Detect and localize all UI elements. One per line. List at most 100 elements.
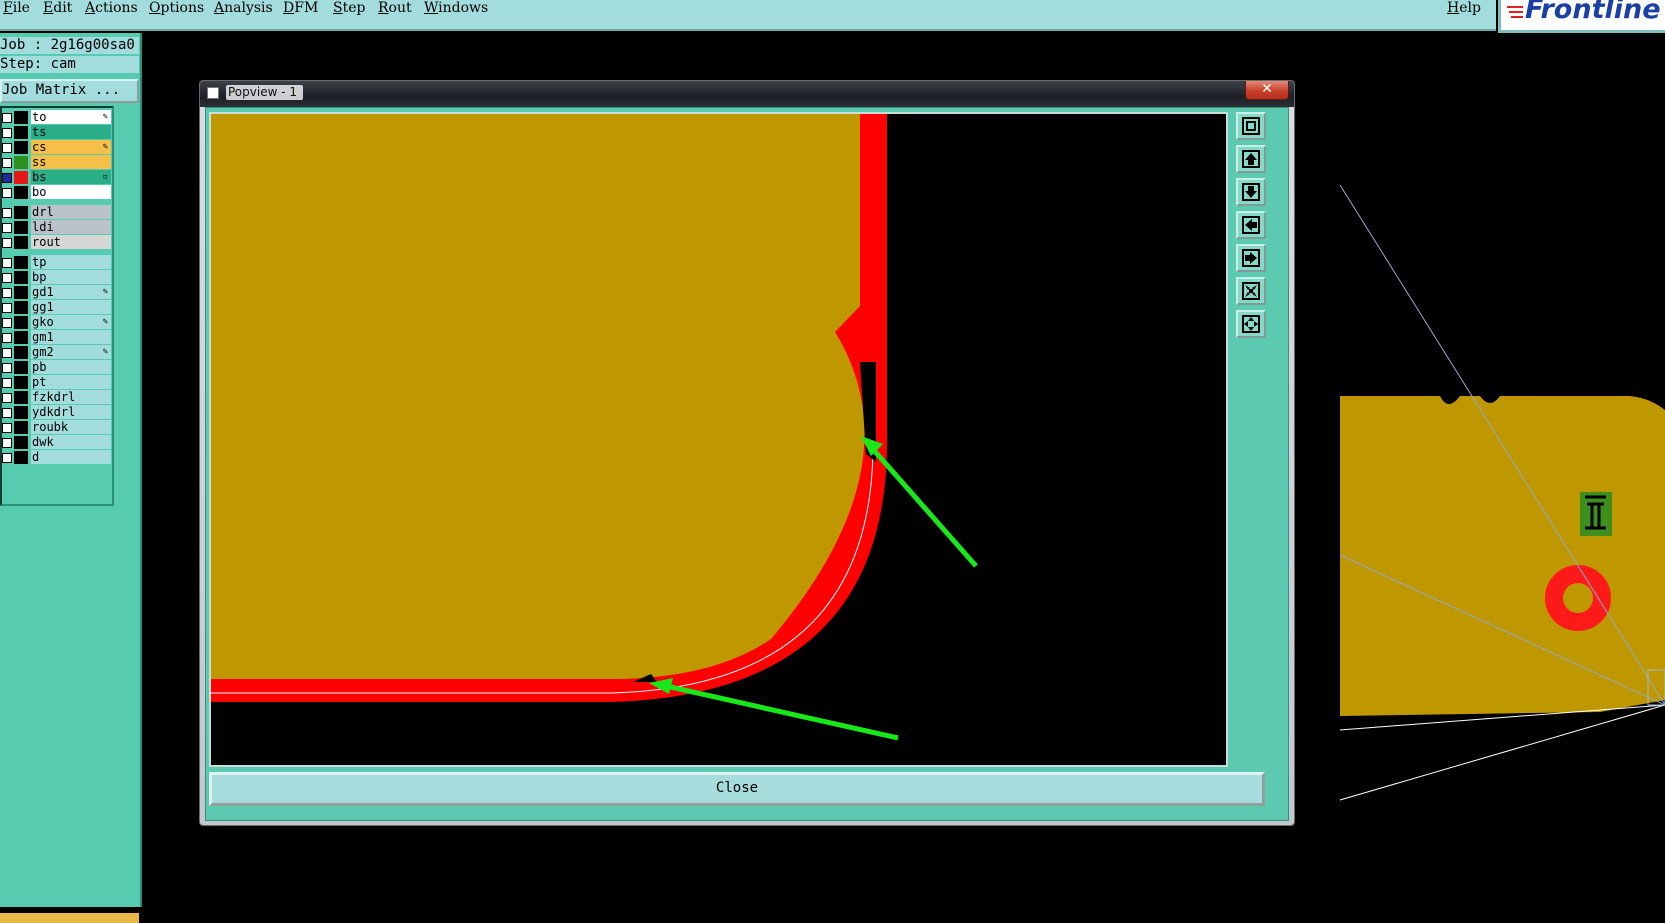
layer-color-swatch[interactable] (14, 156, 28, 169)
menu-analysis[interactable]: Analysis (214, 0, 273, 16)
layer-checkbox[interactable] (2, 438, 12, 448)
menu-help[interactable]: Help (1447, 0, 1481, 16)
menu-windows[interactable]: Windows (424, 0, 488, 16)
layer-checkbox[interactable] (2, 258, 12, 268)
layer-color-swatch[interactable] (14, 111, 28, 124)
pan-up-button[interactable] (1236, 145, 1266, 173)
layer-name[interactable]: d (31, 450, 111, 464)
layer-name[interactable]: gko ✎ (31, 315, 111, 329)
layer-checkbox[interactable] (2, 223, 12, 233)
layer-color-swatch[interactable] (14, 206, 28, 219)
layer-checkbox[interactable] (2, 408, 12, 418)
layer-row-gg1[interactable]: gg1 (2, 300, 114, 315)
layer-row-tp[interactable]: tp (2, 255, 114, 270)
layer-name[interactable]: gg1 (31, 300, 111, 314)
layer-color-swatch[interactable] (14, 421, 28, 434)
layer-color-swatch[interactable] (14, 256, 28, 269)
layer-row-ydkdrl[interactable]: ydkdrl (2, 405, 114, 420)
layer-name[interactable]: ldi (31, 220, 111, 234)
layer-row-ss[interactable]: ss (2, 155, 114, 170)
zoom-home-button[interactable] (1236, 112, 1266, 140)
layer-name[interactable]: tp (31, 255, 111, 269)
layer-checkbox[interactable] (2, 348, 12, 358)
close-button[interactable]: Close (209, 772, 1265, 806)
layer-checkbox[interactable] (2, 128, 12, 138)
layer-name[interactable]: fzkdrl (31, 390, 111, 404)
menu-step[interactable]: Step (333, 0, 365, 16)
layer-checkbox[interactable] (2, 288, 12, 298)
layer-row-pt[interactable]: pt (2, 375, 114, 390)
layer-checkbox[interactable] (2, 113, 12, 123)
layer-color-swatch[interactable] (14, 346, 28, 359)
menu-file[interactable]: File (3, 0, 30, 16)
layer-color-swatch[interactable] (14, 286, 28, 299)
layer-name[interactable]: bp (31, 270, 111, 284)
layer-row-bp[interactable]: bp (2, 270, 114, 285)
layer-row-drl[interactable]: drl (2, 205, 114, 220)
layer-checkbox[interactable] (2, 188, 12, 198)
layer-checkbox[interactable] (2, 208, 12, 218)
layer-name[interactable]: bo (31, 185, 111, 199)
layer-row-bs[interactable]: bs ▫ (2, 170, 114, 185)
layer-color-swatch[interactable] (14, 301, 28, 314)
layer-color-swatch[interactable] (14, 436, 28, 449)
layer-checkbox[interactable] (2, 393, 12, 403)
layer-name[interactable]: ts (31, 125, 111, 139)
layer-checkbox[interactable] (2, 378, 12, 388)
layer-color-swatch[interactable] (14, 331, 28, 344)
layer-color-swatch[interactable] (14, 141, 28, 154)
layer-color-swatch[interactable] (14, 221, 28, 234)
layer-name[interactable]: ss (31, 155, 111, 169)
menu-dfm[interactable]: DFM (283, 0, 318, 16)
layer-checkbox[interactable] (2, 453, 12, 463)
layer-checkbox[interactable] (2, 333, 12, 343)
zoom-in-button[interactable] (1236, 277, 1266, 305)
layer-row-gko[interactable]: gko ✎ (2, 315, 114, 330)
pan-left-button[interactable] (1236, 211, 1266, 239)
layer-row-roubk[interactable]: roubk (2, 420, 114, 435)
popview-titlebar[interactable]: Popview - 1 ✕ (200, 81, 1294, 107)
layer-name[interactable]: bs ▫ (31, 170, 111, 184)
layer-color-swatch[interactable] (14, 376, 28, 389)
layer-color-swatch[interactable] (14, 406, 28, 419)
layer-color-swatch[interactable] (14, 126, 28, 139)
layer-checkbox[interactable] (2, 158, 12, 168)
layer-row-dwk[interactable]: dwk (2, 435, 114, 450)
layer-checkbox[interactable] (2, 143, 12, 153)
layer-color-swatch[interactable] (14, 361, 28, 374)
layer-checkbox[interactable] (2, 363, 12, 373)
zoom-out-button[interactable] (1236, 310, 1266, 338)
layer-name[interactable]: cs ✎ (31, 140, 111, 154)
layer-row-fzkdrl[interactable]: fzkdrl (2, 390, 114, 405)
layer-name[interactable]: rout (31, 235, 111, 249)
window-close-button[interactable]: ✕ (1245, 81, 1289, 100)
layer-name[interactable]: gd1 ✎ (31, 285, 111, 299)
layer-color-swatch[interactable] (14, 171, 28, 184)
layer-name[interactable]: to ✎ (31, 110, 111, 124)
job-matrix-button[interactable]: Job Matrix ... (0, 79, 139, 103)
layer-checkbox[interactable] (2, 173, 12, 183)
layer-row-ldi[interactable]: ldi (2, 220, 114, 235)
layer-name[interactable]: pb (31, 360, 111, 374)
layer-checkbox[interactable] (2, 318, 12, 328)
layer-color-swatch[interactable] (14, 236, 28, 249)
layer-name[interactable]: gm1 (31, 330, 111, 344)
layer-color-swatch[interactable] (14, 271, 28, 284)
layer-row-gm1[interactable]: gm1 (2, 330, 114, 345)
menu-options[interactable]: Options (149, 0, 204, 16)
layer-row-ts[interactable]: ts (2, 125, 114, 140)
menu-actions[interactable]: Actions (85, 0, 138, 16)
layer-row-gd1[interactable]: gd1 ✎ (2, 285, 114, 300)
layer-row-to[interactable]: to ✎ (2, 110, 114, 125)
layer-color-swatch[interactable] (14, 451, 28, 464)
layer-checkbox[interactable] (2, 273, 12, 283)
layer-name[interactable]: dwk (31, 435, 111, 449)
layer-color-swatch[interactable] (14, 316, 28, 329)
menu-edit[interactable]: Edit (43, 0, 72, 16)
layer-checkbox[interactable] (2, 238, 12, 248)
layer-name[interactable]: ydkdrl (31, 405, 111, 419)
layer-row-pb[interactable]: pb (2, 360, 114, 375)
layer-color-swatch[interactable] (14, 391, 28, 404)
layer-name[interactable]: roubk (31, 420, 111, 434)
layer-color-swatch[interactable] (14, 186, 28, 199)
